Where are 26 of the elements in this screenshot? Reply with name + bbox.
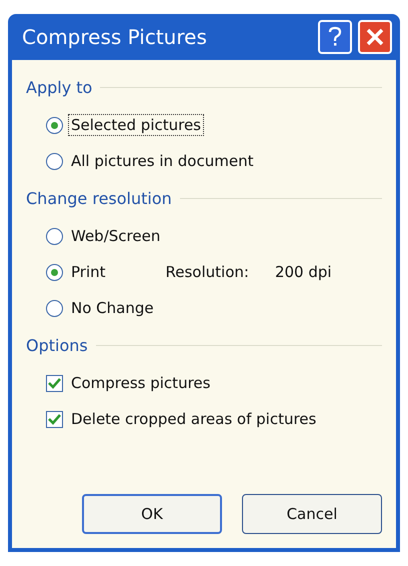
section-heading: Options [26, 336, 88, 355]
radio-button[interactable] [46, 264, 63, 280]
checkbox[interactable] [46, 374, 63, 392]
close-icon [366, 28, 384, 46]
resolution-label: Resolution: [166, 263, 249, 281]
window-title: Compress Pictures [22, 25, 208, 49]
resolution-value: 200 dpi [274, 263, 332, 281]
section-heading: Change resolution [26, 189, 172, 208]
close-button[interactable] [358, 20, 392, 54]
help-button[interactable] [318, 20, 352, 54]
radio-button[interactable] [46, 116, 63, 134]
radio-button[interactable] [46, 152, 63, 170]
help-icon [327, 26, 343, 48]
radio-label: All pictures in document [70, 151, 254, 171]
radio-label: Web/Screen [70, 226, 162, 246]
radio-label: Selected pictures [69, 115, 203, 135]
radio-button[interactable] [46, 300, 63, 316]
section-heading: Apply to [26, 78, 92, 97]
checkbox[interactable] [46, 410, 63, 428]
checkbox-label: Compress pictures [70, 373, 212, 393]
dialog-button[interactable]: OK [82, 494, 222, 534]
checkbox-label: Delete cropped areas of pictures [70, 409, 318, 429]
radio-label: Print [70, 262, 107, 282]
radio-button[interactable] [46, 228, 63, 244]
dialog-button[interactable]: Cancel [242, 494, 382, 534]
radio-label: No Change [70, 298, 155, 318]
